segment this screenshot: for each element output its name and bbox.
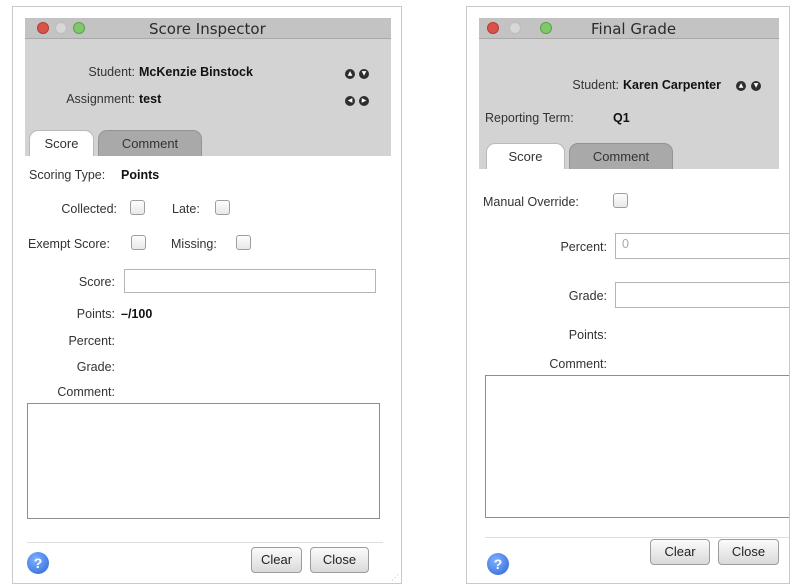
assignment-name: test: [139, 92, 162, 106]
late-checkbox[interactable]: [215, 200, 230, 215]
footer-divider: [27, 542, 383, 543]
final-grade-header: Student: Karen Carpenter ▲ ▼ Reporting T…: [479, 39, 779, 169]
resize-grip-icon[interactable]: ⋰: [391, 573, 399, 582]
reporting-term-value: Q1: [613, 111, 630, 125]
manual-override-label: Manual Override:: [483, 195, 579, 209]
tab-score[interactable]: Score: [29, 130, 94, 156]
tab-score[interactable]: Score: [486, 143, 565, 169]
student-label: Student:: [572, 78, 619, 92]
score-input[interactable]: [124, 269, 376, 293]
comment-label: Comment:: [549, 357, 607, 371]
collected-checkbox[interactable]: [130, 200, 145, 215]
exempt-score-label: Exempt Score:: [28, 237, 110, 251]
inspector-header: Student: McKenzie Binstock ▲ ▼ Assignmen…: [25, 39, 391, 156]
title-bar[interactable]: Final Grade: [479, 18, 779, 39]
close-button[interactable]: Close: [310, 547, 369, 573]
missing-checkbox[interactable]: [236, 235, 251, 250]
percent-input[interactable]: 0: [615, 233, 789, 259]
minimize-window-icon[interactable]: [55, 22, 67, 34]
window-title: Final Grade: [591, 20, 677, 38]
next-assignment-icon[interactable]: ▶: [359, 96, 369, 106]
reporting-term-label: Reporting Term:: [485, 111, 574, 125]
missing-label: Missing:: [171, 237, 217, 251]
clear-button[interactable]: Clear: [251, 547, 302, 573]
exempt-score-checkbox[interactable]: [131, 235, 146, 250]
score-inspector-window: Score Inspector Student: McKenzie Binsto…: [12, 6, 402, 584]
minimize-window-icon[interactable]: [509, 22, 521, 34]
final-grade-window: Final Grade Student: Karen Carpenter ▲ ▼…: [466, 6, 790, 584]
clear-button[interactable]: Clear: [650, 539, 710, 565]
next-student-icon[interactable]: ▼: [751, 81, 761, 91]
scoring-type-value: Points: [121, 168, 160, 182]
zoom-window-icon[interactable]: [540, 22, 552, 34]
points-label: Points:: [76, 307, 115, 321]
assignment-label: Assignment:: [66, 92, 135, 106]
previous-student-icon[interactable]: ▲: [736, 81, 746, 91]
close-button[interactable]: Close: [718, 539, 779, 565]
student-name: McKenzie Binstock: [139, 65, 253, 79]
help-icon[interactable]: ?: [27, 552, 49, 574]
next-student-icon[interactable]: ▼: [359, 69, 369, 79]
tab-comment[interactable]: Comment: [569, 143, 673, 169]
collected-label: Collected:: [61, 202, 117, 216]
grade-label: Grade:: [76, 360, 115, 374]
previous-student-icon[interactable]: ▲: [345, 69, 355, 79]
student-name: Karen Carpenter: [623, 78, 721, 92]
comment-label: Comment:: [57, 385, 115, 399]
tab-comment[interactable]: Comment: [98, 130, 202, 156]
score-label: Score:: [78, 275, 115, 289]
window-title: Score Inspector: [149, 20, 266, 38]
footer-divider: [485, 537, 789, 538]
points-value: –/100: [121, 307, 153, 321]
zoom-window-icon[interactable]: [73, 22, 85, 34]
points-label: Points:: [568, 328, 607, 342]
previous-assignment-icon[interactable]: ◀: [345, 96, 355, 106]
close-window-icon[interactable]: [487, 22, 499, 34]
title-bar[interactable]: Score Inspector: [25, 18, 391, 39]
comment-textarea[interactable]: [485, 375, 789, 518]
scoring-type-label: Scoring Type:: [29, 168, 106, 182]
percent-label: Percent:: [68, 334, 115, 348]
manual-override-checkbox[interactable]: [613, 193, 628, 208]
comment-textarea[interactable]: [27, 403, 380, 519]
close-window-icon[interactable]: [37, 22, 49, 34]
student-label: Student:: [88, 65, 135, 79]
grade-label: Grade:: [568, 289, 607, 303]
percent-label: Percent:: [560, 240, 607, 254]
late-label: Late:: [172, 202, 200, 216]
help-icon[interactable]: ?: [487, 553, 509, 575]
grade-input[interactable]: [615, 282, 789, 308]
